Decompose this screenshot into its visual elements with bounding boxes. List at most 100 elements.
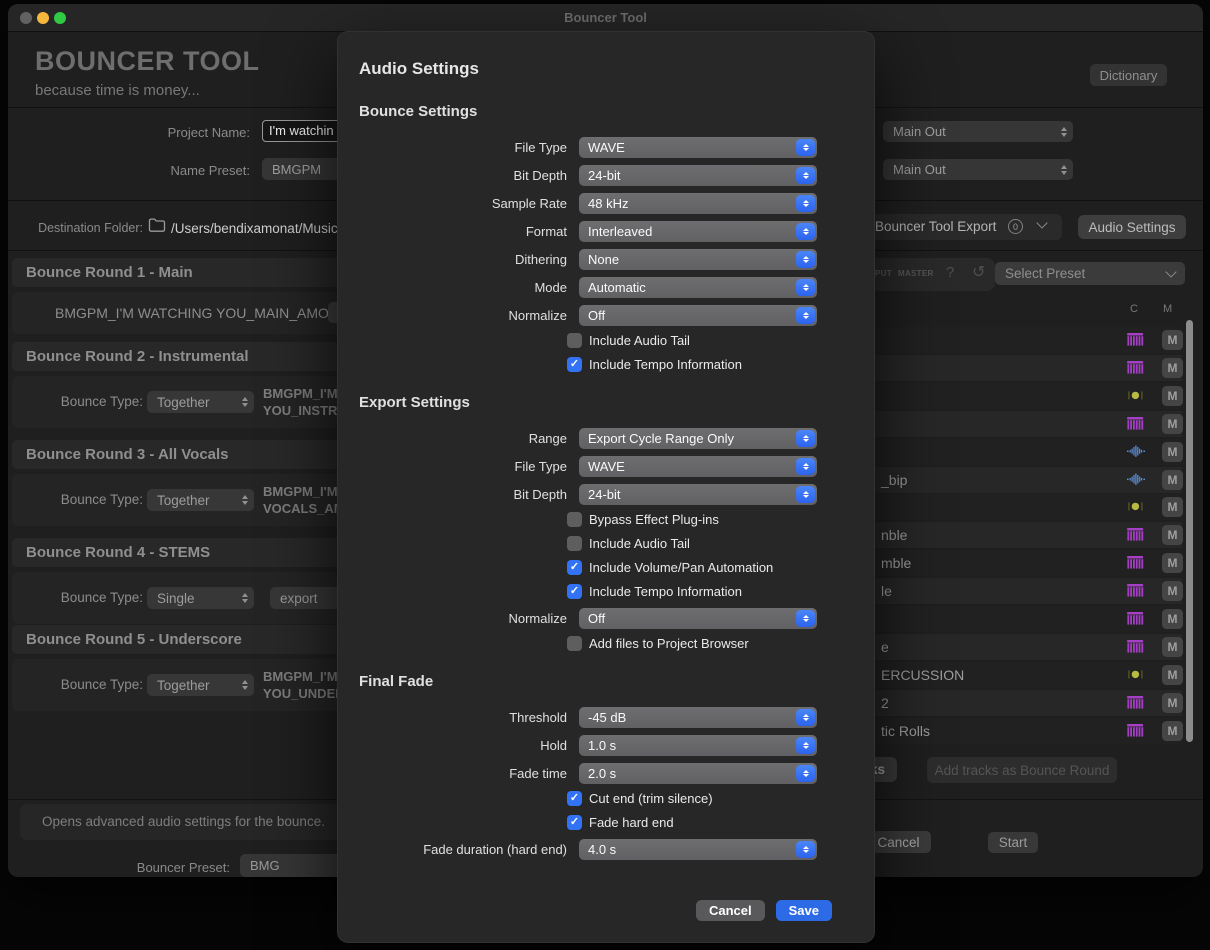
app-subtitle: because time is money... <box>35 82 200 99</box>
add-tracks-as-bounce-round-button[interactable]: Add tracks as Bounce Round <box>927 757 1117 783</box>
dialog-cancel-button[interactable]: Cancel <box>696 900 765 921</box>
midi-keyboard-icon <box>1127 724 1145 738</box>
track-name-fragment: le <box>881 583 892 599</box>
audio-settings-dialog: Audio Settings Bounce SettingsFile TypeW… <box>337 31 875 943</box>
normalize-value: Off <box>588 611 605 626</box>
name-preset-value: BMGPM <box>272 162 321 177</box>
audio-wave-icon <box>1127 473 1145 487</box>
mute-button[interactable]: M <box>1162 386 1183 406</box>
file-type-popup[interactable]: WAVE <box>579 456 817 477</box>
stepper-chevrons-icon <box>796 765 815 782</box>
mute-button[interactable]: M <box>1162 665 1183 685</box>
mute-button[interactable]: M <box>1162 358 1183 378</box>
stepper-chevrons-icon <box>796 709 815 726</box>
bounce-type-value: Together <box>157 395 210 410</box>
midi-keyboard-icon <box>1127 584 1145 598</box>
stepper-chevrons-icon <box>796 610 815 627</box>
cut-end-trim-silence-checkbox[interactable]: ✓ <box>567 791 582 806</box>
midi-keyboard-icon <box>1127 333 1145 347</box>
include-audio-tail-checkbox[interactable] <box>567 333 582 348</box>
bounce-type-select[interactable]: Together <box>147 489 254 511</box>
dithering-label: Dithering <box>338 249 579 270</box>
output-select-2[interactable]: Main Out <box>883 159 1073 180</box>
bit-depth-popup[interactable]: 24-bit <box>579 484 817 505</box>
file-type-popup[interactable]: WAVE <box>579 137 817 158</box>
bounce-file-name: BMGPM_I'MYOU_INSTRU <box>263 385 347 419</box>
dictionary-button[interactable]: Dictionary <box>1090 64 1167 86</box>
bounce-type-value: Single <box>157 591 195 606</box>
normalize-popup[interactable]: Off <box>579 305 817 326</box>
track-name-fragment: tic Rolls <box>881 723 930 739</box>
output-select-1-value: Main Out <box>893 124 946 139</box>
hold-value: 1.0 s <box>588 738 616 753</box>
main-cancel-button[interactable]: Cancel <box>866 831 931 853</box>
hold-popup[interactable]: 1.0 s <box>579 735 817 756</box>
range-popup[interactable]: Export Cycle Range Only <box>579 428 817 449</box>
threshold-value: -45 dB <box>588 710 626 725</box>
mute-button[interactable]: M <box>1162 497 1183 517</box>
screen: Bouncer Tool BOUNCER TOOL because time i… <box>0 0 1210 950</box>
mute-button[interactable]: M <box>1162 525 1183 545</box>
mute-button[interactable]: M <box>1162 470 1183 490</box>
file-type-label: File Type <box>338 456 579 477</box>
threshold-popup[interactable]: -45 dB <box>579 707 817 728</box>
include-tempo-information-checkbox[interactable]: ✓ <box>567 357 582 372</box>
include-volume-pan-automation-checkbox[interactable]: ✓ <box>567 560 582 575</box>
tracklist-scrollbar[interactable] <box>1186 320 1193 742</box>
file-type-value: WAVE <box>588 140 625 155</box>
include-tempo-information-checkbox[interactable]: ✓ <box>567 584 582 599</box>
sample-rate-popup[interactable]: 48 kHz <box>579 193 817 214</box>
mute-button[interactable]: M <box>1162 721 1183 741</box>
folder-icon[interactable] <box>148 217 166 238</box>
help-icon[interactable]: ? <box>946 264 954 281</box>
audio-settings-button[interactable]: Audio Settings <box>1078 215 1186 239</box>
dithering-popup[interactable]: None <box>579 249 817 270</box>
format-popup[interactable]: Interleaved <box>579 221 817 242</box>
bit-depth-value: 24-bit <box>588 168 621 183</box>
fade-time-popup[interactable]: 2.0 s <box>579 763 817 784</box>
name-preset-label: Name Preset: <box>108 163 250 178</box>
section-heading-bounce-settings: Bounce Settings <box>338 103 874 121</box>
mute-button[interactable]: M <box>1162 581 1183 601</box>
normalize-popup[interactable]: Off <box>579 608 817 629</box>
include-audio-tail-checkbox-label: Include Audio Tail <box>589 536 690 551</box>
undo-icon[interactable]: ↺ <box>972 262 985 282</box>
file-type-value: WAVE <box>588 459 625 474</box>
mode-popup[interactable]: Automatic <box>579 277 817 298</box>
select-preset-dropdown[interactable]: Select Preset <box>995 262 1185 285</box>
stepper-chevrons-icon <box>796 737 815 754</box>
bypass-effect-plug-ins-checkbox[interactable] <box>567 512 582 527</box>
mute-button[interactable]: M <box>1162 330 1183 350</box>
add-files-to-project-browser-checkbox[interactable] <box>567 636 582 651</box>
audio-wave-icon <box>1127 445 1145 459</box>
window-title: Bouncer Tool <box>8 10 1203 25</box>
fade-time-value: 2.0 s <box>588 766 616 781</box>
track-name-fragment: nble <box>881 527 907 543</box>
export-name-field[interactable]: Bouncer Tool Export 0 <box>860 214 1062 240</box>
dialog-save-button[interactable]: Save <box>776 900 832 921</box>
output-select-1[interactable]: Main Out <box>883 121 1073 142</box>
include-volume-pan-automation-checkbox-label: Include Volume/Pan Automation <box>589 560 773 575</box>
mute-button[interactable]: M <box>1162 553 1183 573</box>
start-button[interactable]: Start <box>988 832 1038 853</box>
fade-duration-hard-end-popup[interactable]: 4.0 s <box>579 839 817 860</box>
destination-path: /Users/bendixamonat/Music/Lo <box>171 221 356 236</box>
midi-keyboard-icon <box>1127 696 1145 710</box>
bounce-type-select[interactable]: Together <box>147 391 254 413</box>
output-select-2-value: Main Out <box>893 162 946 177</box>
midi-keyboard-icon <box>1127 612 1145 626</box>
mute-button[interactable]: M <box>1162 609 1183 629</box>
counter-badge: 0 <box>1008 219 1023 234</box>
bit-depth-popup[interactable]: 24-bit <box>579 165 817 186</box>
include-audio-tail-checkbox[interactable] <box>567 536 582 551</box>
mute-button[interactable]: M <box>1162 693 1183 713</box>
mute-button[interactable]: M <box>1162 414 1183 434</box>
bounce-type-label: Bounce Type: <box>55 492 143 507</box>
fade-hard-end-checkbox[interactable]: ✓ <box>567 815 582 830</box>
mute-button[interactable]: M <box>1162 637 1183 657</box>
stepper-chevrons-icon <box>796 251 815 268</box>
column-header-mute: M <box>1163 303 1172 315</box>
mute-button[interactable]: M <box>1162 442 1183 462</box>
bounce-type-select[interactable]: Together <box>147 674 254 696</box>
bounce-type-select[interactable]: Single <box>147 587 254 609</box>
